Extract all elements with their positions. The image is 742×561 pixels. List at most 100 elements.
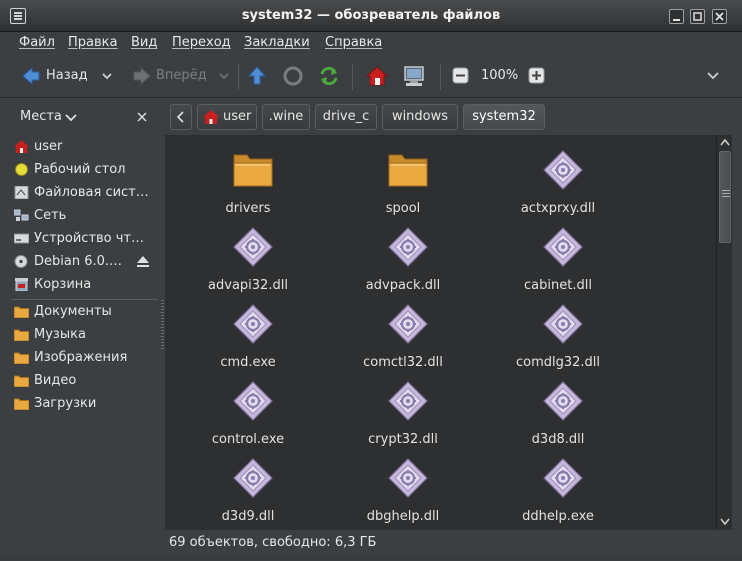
breadcrumb-segment-wine[interactable]: .wine <box>262 104 310 130</box>
sidebar-item-desktop[interactable]: Рабочий стол <box>10 159 160 181</box>
zoom-in-icon[interactable] <box>528 67 546 89</box>
breadcrumb-segment-system32[interactable]: system32 <box>463 104 545 130</box>
sidebar-item-trash[interactable]: Корзина <box>10 274 160 296</box>
menu-help[interactable]: Справка <box>325 35 382 50</box>
breadcrumb-back-button[interactable] <box>170 104 192 130</box>
file-item[interactable]: d3d9.dll <box>173 451 323 527</box>
file-name-label: ddhelp.exe <box>522 509 594 524</box>
file-item[interactable]: actxprxy.dll <box>483 143 633 219</box>
sidebar-places-selector[interactable]: Места <box>20 109 62 124</box>
minimize-button[interactable] <box>669 9 684 24</box>
folder-item[interactable]: drivers <box>173 143 323 219</box>
file-item[interactable]: control.exe <box>173 374 323 450</box>
breadcrumb-segment-windows[interactable]: windows <box>382 104 458 130</box>
minimize-icon <box>673 19 680 21</box>
sidebar-item-label: user <box>34 139 63 154</box>
file-name-label: comctl32.dll <box>363 355 443 370</box>
stop-icon[interactable] <box>282 65 304 87</box>
file-name-label: comdlg32.dll <box>515 355 601 370</box>
file-item[interactable]: comctl32.dll <box>328 297 478 373</box>
folder-icon <box>14 375 29 387</box>
file-item[interactable]: d3d8.dll <box>483 374 633 450</box>
executable-icon <box>233 304 273 344</box>
toolbar-separator <box>352 64 353 90</box>
breadcrumb-segment-user[interactable]: user <box>197 104 257 130</box>
folder-item[interactable]: spool <box>328 143 478 219</box>
folder-icon <box>14 352 29 364</box>
file-name-label: d3d9.dll <box>221 509 275 524</box>
toolbar-separator <box>238 64 239 90</box>
file-item[interactable]: comdlg32.dll <box>483 297 633 373</box>
sidebar-item-label: Видео <box>34 373 77 388</box>
status-bar: 69 объектов, свободно: 6,3 ГБ <box>165 532 732 554</box>
toolbar-overflow-chevron-icon[interactable] <box>706 70 720 92</box>
sidebar-item-label: Рабочий стол <box>34 162 126 177</box>
up-arrow-icon[interactable] <box>247 65 267 87</box>
menu-file[interactable]: Файл <box>19 35 55 50</box>
file-icon-view[interactable]: drivers spool actxprxy.dll advapi32.dll advp… <box>165 135 732 530</box>
sidebar-close-icon[interactable] <box>136 111 148 123</box>
sidebar-item-filesystem[interactable]: Файловая сист… <box>10 182 160 204</box>
computer-icon[interactable] <box>402 65 426 87</box>
home-icon[interactable] <box>366 65 388 87</box>
sidebar-item-pictures[interactable]: Изображения <box>10 347 160 369</box>
sidebar-item-downloads[interactable]: Загрузки <box>10 393 160 415</box>
eject-icon[interactable] <box>136 255 150 269</box>
file-item[interactable]: ddhelp.exe <box>483 451 633 527</box>
file-item[interactable]: advpack.dll <box>328 220 478 296</box>
scroll-up-arrow-icon[interactable] <box>720 138 730 146</box>
file-item[interactable]: advapi32.dll <box>173 220 323 296</box>
chevron-left-icon <box>176 111 184 123</box>
sidebar-item-music[interactable]: Музыка <box>10 324 160 346</box>
vertical-scrollbar[interactable] <box>716 135 732 530</box>
folder-icon <box>233 154 273 187</box>
home-icon <box>203 110 219 124</box>
places-dropdown-chevron-icon[interactable] <box>65 113 77 123</box>
scroll-down-arrow-icon[interactable] <box>720 518 730 526</box>
scrollbar-thumb[interactable] <box>719 151 731 243</box>
sidebar-item-videos[interactable]: Видео <box>10 370 160 392</box>
file-name-label: cmd.exe <box>220 355 276 370</box>
sidebar-header: Места <box>10 104 158 130</box>
sidebar-item-label: Корзина <box>34 277 92 292</box>
menu-bookmarks[interactable]: Закладки <box>244 35 310 50</box>
sidebar-item-label: Устройство чт… <box>34 231 145 246</box>
sidebar-item-debian-disc[interactable]: Debian 6.0.… <box>10 251 160 273</box>
breadcrumb-segment-drive-c[interactable]: drive_c <box>315 104 377 130</box>
sidebar-item-label: Файловая сист… <box>34 185 149 200</box>
forward-history-chevron-icon[interactable] <box>218 70 230 92</box>
menu-view[interactable]: Вид <box>131 35 157 50</box>
menu-go[interactable]: Переход <box>172 35 231 50</box>
sidebar-divider <box>12 299 158 300</box>
menu-edit[interactable]: Правка <box>68 35 117 50</box>
executable-icon <box>543 458 583 498</box>
sidebar-item-user[interactable]: user <box>10 136 160 158</box>
sidebar-item-label: Музыка <box>34 327 86 342</box>
file-item[interactable]: crypt32.dll <box>328 374 478 450</box>
back-history-chevron-icon[interactable] <box>101 70 113 92</box>
file-item[interactable]: cabinet.dll <box>483 220 633 296</box>
window-bottom-edge <box>0 555 742 561</box>
window-title: system32 — обозреватель файлов <box>241 8 501 23</box>
sidebar-item-network[interactable]: Сеть <box>10 205 160 227</box>
executable-icon <box>543 227 583 267</box>
back-button[interactable]: Назад <box>46 68 88 83</box>
forward-arrow-icon[interactable] <box>133 66 151 88</box>
back-arrow-icon[interactable] <box>22 66 40 88</box>
file-item[interactable]: dbghelp.dll <box>328 451 478 527</box>
forward-button[interactable]: Вперёд <box>156 68 207 83</box>
refresh-icon[interactable] <box>318 65 340 87</box>
sidebar-item-documents[interactable]: Документы <box>10 301 160 323</box>
close-button[interactable] <box>712 9 727 24</box>
maximize-button[interactable] <box>690 9 705 24</box>
sidebar-item-label: Документы <box>34 304 112 319</box>
sidebar-item-drive[interactable]: Устройство чт… <box>10 228 160 250</box>
title-bar[interactable]: system32 — обозреватель файлов <box>0 0 742 32</box>
pane-splitter-handle[interactable] <box>161 300 164 350</box>
sidebar-item-label: Загрузки <box>34 396 97 411</box>
zoom-out-icon[interactable] <box>452 67 470 89</box>
filesystem-icon <box>14 186 29 199</box>
file-item[interactable]: cmd.exe <box>173 297 323 373</box>
executable-icon <box>388 304 428 344</box>
executable-icon <box>388 458 428 498</box>
